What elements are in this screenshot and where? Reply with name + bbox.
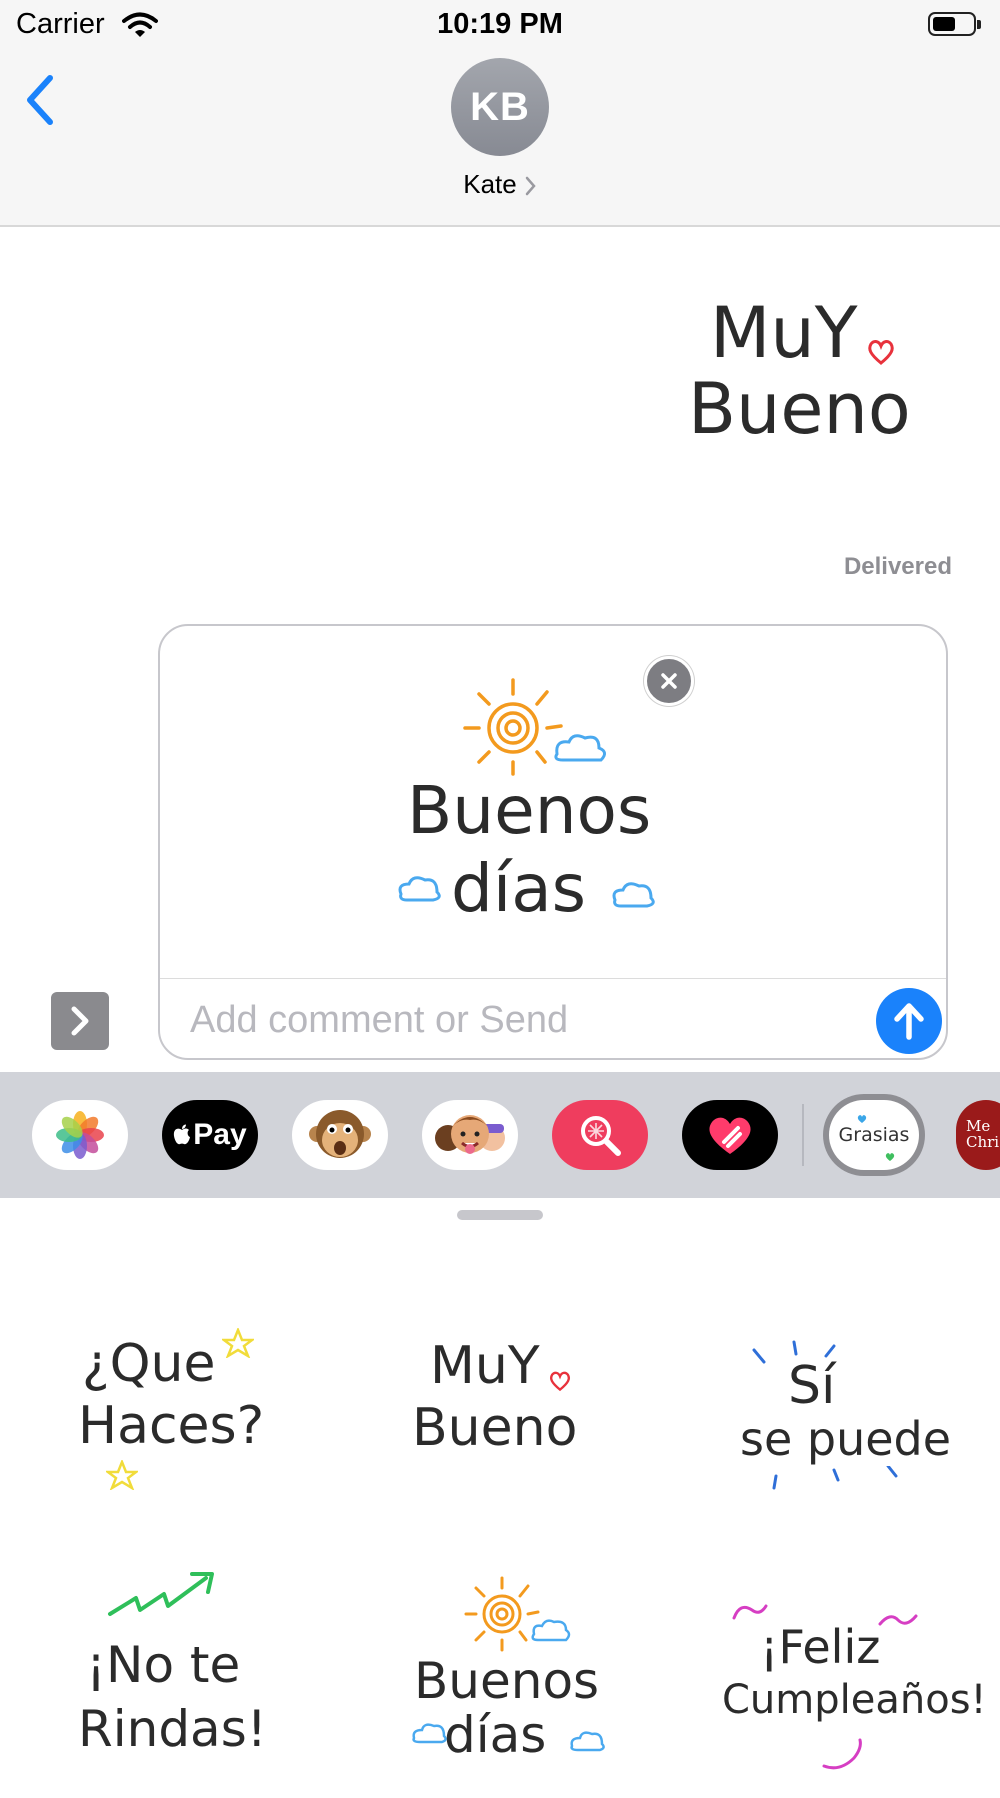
sparkle-lines-icon: [772, 1466, 898, 1490]
expand-apps-button[interactable]: [51, 992, 109, 1050]
christmas-sticker-app-icon[interactable]: Me Chri: [956, 1100, 1000, 1170]
contact-avatar[interactable]: KB: [451, 58, 549, 156]
sun-icon: [464, 1576, 571, 1652]
sticker-pack-label: Grasias: [838, 1123, 910, 1146]
image-search-app-icon[interactable]: [552, 1100, 648, 1170]
monkey-icon: [309, 1110, 371, 1158]
heart-icon: [857, 1115, 867, 1123]
star-icon: [106, 1460, 138, 1490]
sticker-text-line1: MuY: [430, 1336, 540, 1396]
attached-sticker-buenos-dias[interactable]: Buenos días: [395, 666, 685, 956]
battery-icon: [928, 12, 981, 36]
sticker-text-line1: MuY: [710, 292, 858, 374]
sticker-text-line2: días: [444, 1706, 547, 1764]
sticker-text-line1: Buenos: [414, 1652, 600, 1710]
sticker-pack-app-icon-selected[interactable]: Grasias: [823, 1094, 925, 1176]
magnifier-icon: [581, 1116, 621, 1156]
trend-arrow-icon: [108, 1572, 214, 1616]
comment-input[interactable]: [190, 992, 830, 1048]
chevron-right-icon: [525, 176, 536, 196]
photos-app-icon[interactable]: [32, 1100, 128, 1170]
contact-name-button[interactable]: Kate: [0, 169, 1000, 200]
digital-touch-app-icon[interactable]: [682, 1100, 778, 1170]
sticker-que-haces[interactable]: ¿Que Haces?: [10, 1298, 330, 1528]
compose-box: Buenos días: [158, 624, 948, 1060]
close-icon: [661, 673, 677, 689]
sticker-text-line1: ¡Feliz: [760, 1620, 881, 1674]
sticker-text-line2: Rindas!: [78, 1700, 267, 1758]
apple-logo-icon: [174, 1124, 191, 1145]
sticker-text-line1: ¡No te: [86, 1636, 241, 1694]
heart-icon: [709, 1117, 751, 1154]
app-strip: Pay Grasias Me Chri: [0, 1072, 1000, 1198]
sticker-drawer: ¿Que Haces? MuY Bueno Sí se puede ¡No te…: [0, 1198, 1000, 1778]
sticker-si-se-puede[interactable]: Sí se puede: [670, 1298, 990, 1528]
compose-divider: [160, 978, 946, 979]
memoji-icon: [435, 1115, 505, 1154]
photos-icon: [56, 1111, 104, 1159]
chevron-right-icon: [71, 1006, 89, 1036]
back-button[interactable]: [20, 70, 80, 134]
sticker-text-line2: Bueno: [412, 1398, 578, 1458]
sticker-text-line2: Cumpleaños!: [722, 1677, 987, 1723]
memoji-app-icon[interactable]: [422, 1100, 518, 1170]
apple-pay-app-icon[interactable]: Pay: [162, 1100, 258, 1170]
heart-icon: [868, 340, 894, 365]
status-bar: Carrier 10:19 PM: [0, 0, 1000, 52]
star-icon: [222, 1328, 254, 1358]
heart-icon: [549, 1371, 571, 1392]
sent-sticker-muy-bueno[interactable]: MuY Bueno: [680, 290, 940, 470]
animoji-app-icon[interactable]: [292, 1100, 388, 1170]
sun-icon: [463, 678, 606, 776]
sticker-no-te-rindas[interactable]: ¡No te Rindas!: [10, 1568, 330, 1798]
apple-pay-label: Pay: [193, 1118, 247, 1151]
contact-name: Kate: [463, 169, 517, 199]
send-button[interactable]: [876, 988, 942, 1054]
sticker-text-line2: Haces?: [78, 1396, 265, 1456]
arrow-up-icon: [894, 1003, 924, 1040]
app-strip-divider: [802, 1104, 804, 1166]
conversation-header: KB Kate: [0, 52, 1000, 227]
remove-sticker-button[interactable]: [644, 656, 694, 706]
drawer-grabber[interactable]: [457, 1210, 543, 1220]
status-time: 10:19 PM: [437, 8, 563, 40]
sticker-text-line1: Sí: [788, 1356, 836, 1416]
sticker-text-line2: días: [451, 850, 587, 927]
sticker-text-line2: Bueno: [688, 368, 911, 450]
sticker-buenos-dias[interactable]: Buenos días: [340, 1568, 660, 1798]
streamer-icon: [822, 1738, 862, 1770]
heart-icon: [885, 1153, 895, 1161]
sticker-feliz-cumpleanos[interactable]: ¡Feliz Cumpleaños!: [670, 1568, 990, 1798]
sticker-text-line1: Buenos: [407, 772, 652, 849]
chevron-left-icon: [27, 75, 53, 125]
sticker-muy-bueno[interactable]: MuY Bueno: [340, 1298, 660, 1528]
christmas-sticker-label: Me Chri: [966, 1117, 1000, 1151]
sticker-text-line2: se puede: [740, 1412, 952, 1466]
delivered-status: Delivered: [843, 553, 952, 580]
sticker-text-line1: ¿Que: [82, 1334, 216, 1394]
